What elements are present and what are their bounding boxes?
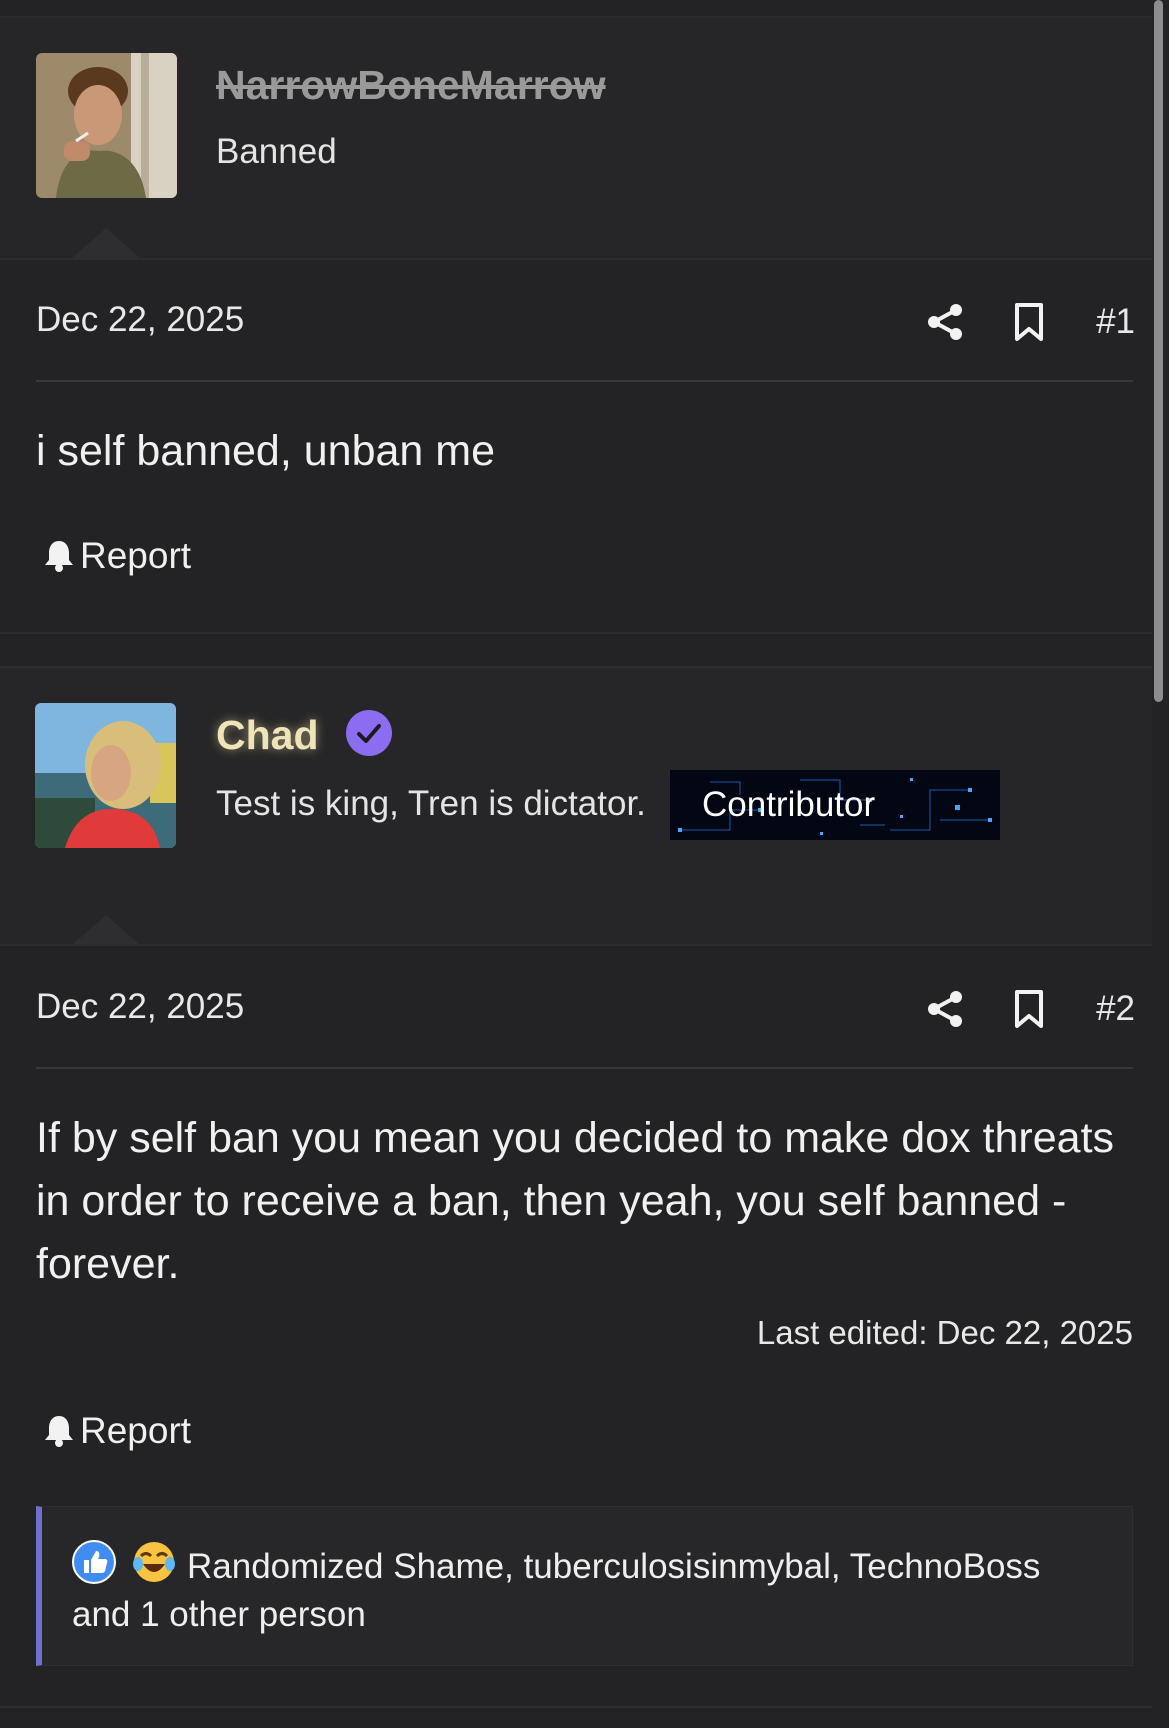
bell-icon <box>45 541 73 572</box>
post-2-header-divider <box>0 944 1152 946</box>
post-2-report-label: Report <box>80 1410 192 1451</box>
share-icon[interactable] <box>925 302 965 342</box>
post-2-separator <box>36 1067 1133 1069</box>
post-1-separator <box>36 380 1133 382</box>
scrollbar[interactable] <box>1154 0 1163 702</box>
bell-icon <box>45 1416 73 1447</box>
post-1-pointer <box>72 228 140 258</box>
post-1-body: i self banned, unban me <box>36 427 495 475</box>
post-1-report-label: Report <box>80 535 192 576</box>
post-1-bottom-divider <box>0 632 1152 634</box>
post-2-pointer <box>72 915 140 945</box>
contributor-badge-label: Contributor <box>702 785 876 824</box>
post-1-date[interactable]: Dec 22, 2025 <box>36 300 244 340</box>
post-2-date[interactable]: Dec 22, 2025 <box>36 987 244 1027</box>
post-2-number[interactable]: #2 <box>1096 989 1135 1029</box>
bookmark-icon[interactable] <box>1013 302 1045 342</box>
verified-badge-icon <box>346 710 392 756</box>
bottom-divider <box>0 1706 1152 1708</box>
post-2-actions: #2 <box>925 981 1135 1031</box>
post-2-body: If by self ban you mean you decided to m… <box>36 1114 1115 1288</box>
reactions-text[interactable]: Randomized Shame, tuberculosisinmybal, T… <box>72 1543 1102 1639</box>
post-2-report-button[interactable]: Report <box>42 1410 191 1452</box>
post-1-username[interactable]: NarrowBoneMarrow <box>216 62 606 109</box>
post-1-report-button[interactable]: Report <box>42 535 191 577</box>
bookmark-icon[interactable] <box>1013 989 1045 1029</box>
share-icon[interactable] <box>925 989 965 1029</box>
post-2-username[interactable]: Chad <box>216 712 319 759</box>
last-edited-label: Last edited: Dec 22, 2025 <box>756 1314 1133 1351</box>
post-2-user-title: Test is king, Tren is dictator. <box>216 784 646 823</box>
post-1-number[interactable]: #1 <box>1096 302 1135 342</box>
post-1-header-divider <box>0 258 1152 260</box>
post-1-avatar[interactable] <box>36 53 177 198</box>
reactions-bar[interactable]: Randomized Shame, tuberculosisinmybal, T… <box>36 1506 1133 1666</box>
post-2-avatar[interactable] <box>35 703 176 848</box>
post-1-user-title: Banned <box>216 132 337 171</box>
post-1-actions: #1 <box>925 294 1135 344</box>
post-2-top-divider <box>0 666 1152 668</box>
contributor-banner: Contributor <box>670 770 1000 840</box>
